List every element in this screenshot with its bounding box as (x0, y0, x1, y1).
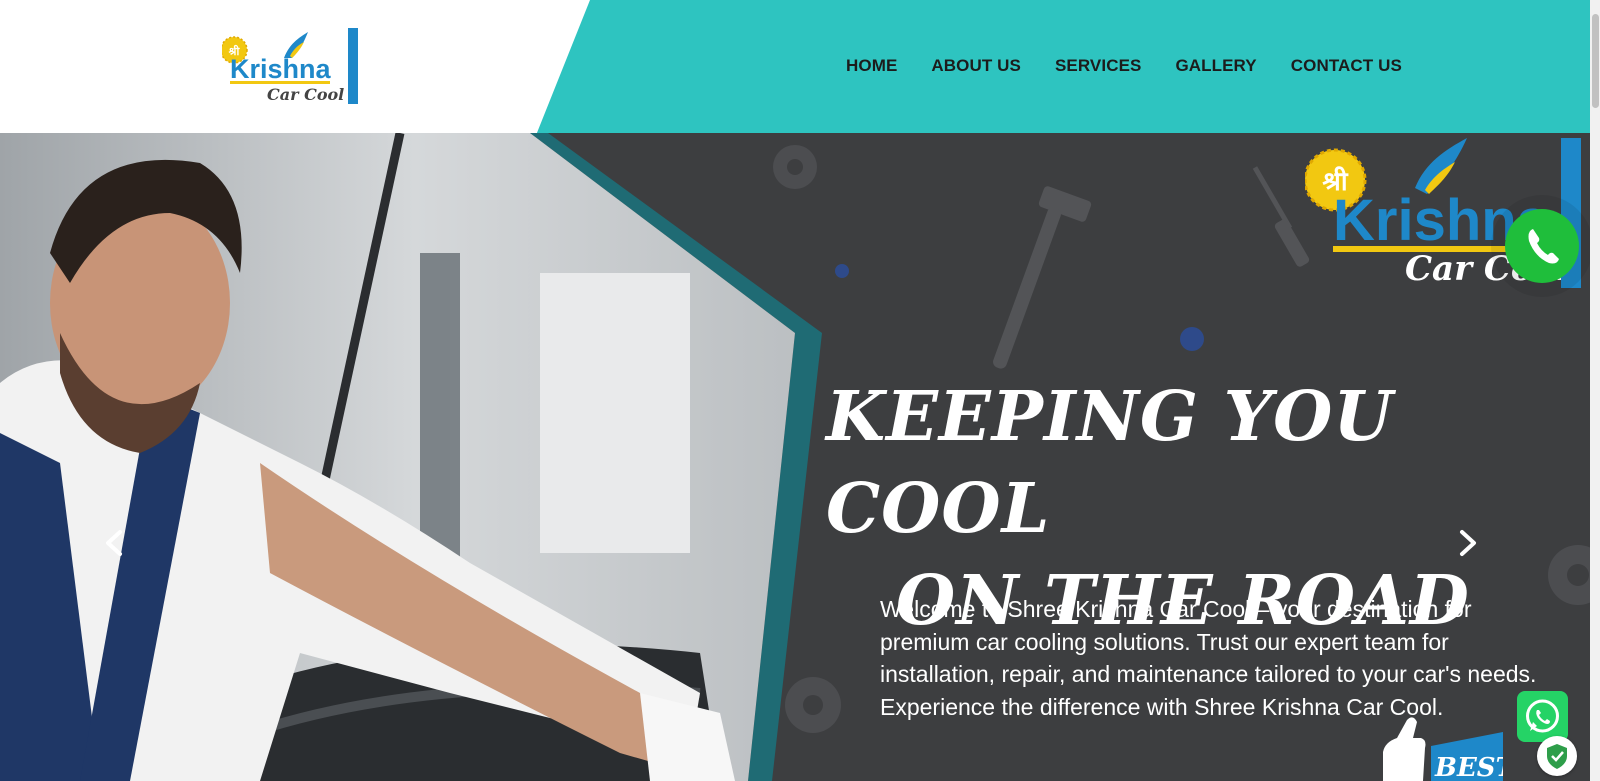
nav-home[interactable]: HOME (846, 56, 897, 76)
logo-tagline: Car Cool (267, 85, 344, 104)
phone-icon (1528, 229, 1559, 264)
best-badge: BEST (1383, 717, 1503, 781)
screwdriver-icon (1252, 166, 1310, 267)
nav-services[interactable]: SERVICES (1055, 56, 1141, 76)
site-logo[interactable]: श्री Krishna Car Cool (222, 28, 362, 106)
svg-text:BEST: BEST (1434, 753, 1503, 781)
security-badge[interactable] (1537, 736, 1577, 776)
hero-headline-line1: KEEPING YOU COOL (826, 377, 1394, 549)
thumbs-up-icon (1383, 717, 1426, 781)
logo-name: Krishna (230, 54, 332, 84)
whatsapp-button[interactable] (1517, 691, 1568, 742)
whatsapp-icon (1526, 699, 1559, 733)
gear-icon (785, 677, 841, 733)
hero-description: Welcome to Shree Krishna Car Cool – your… (880, 596, 1537, 720)
scrollbar-thumb[interactable] (1592, 14, 1599, 108)
page-scrollbar[interactable] (1590, 0, 1600, 781)
gear-icon (773, 145, 817, 189)
hammer-icon (993, 186, 1092, 369)
chevron-left-icon[interactable] (100, 528, 130, 558)
main-nav: HOME ABOUT US SERVICES GALLERY CONTACT U… (846, 56, 1402, 76)
nav-about-us[interactable]: ABOUT US (931, 56, 1021, 76)
call-button[interactable] (1505, 209, 1579, 283)
nav-contact-us[interactable]: CONTACT US (1291, 56, 1402, 76)
nav-gallery[interactable]: GALLERY (1175, 56, 1256, 76)
shield-check-icon (1547, 744, 1567, 769)
hero-slider: श्री Krishna Car Cool KEEPING YOU COOL O… (0, 133, 1590, 781)
